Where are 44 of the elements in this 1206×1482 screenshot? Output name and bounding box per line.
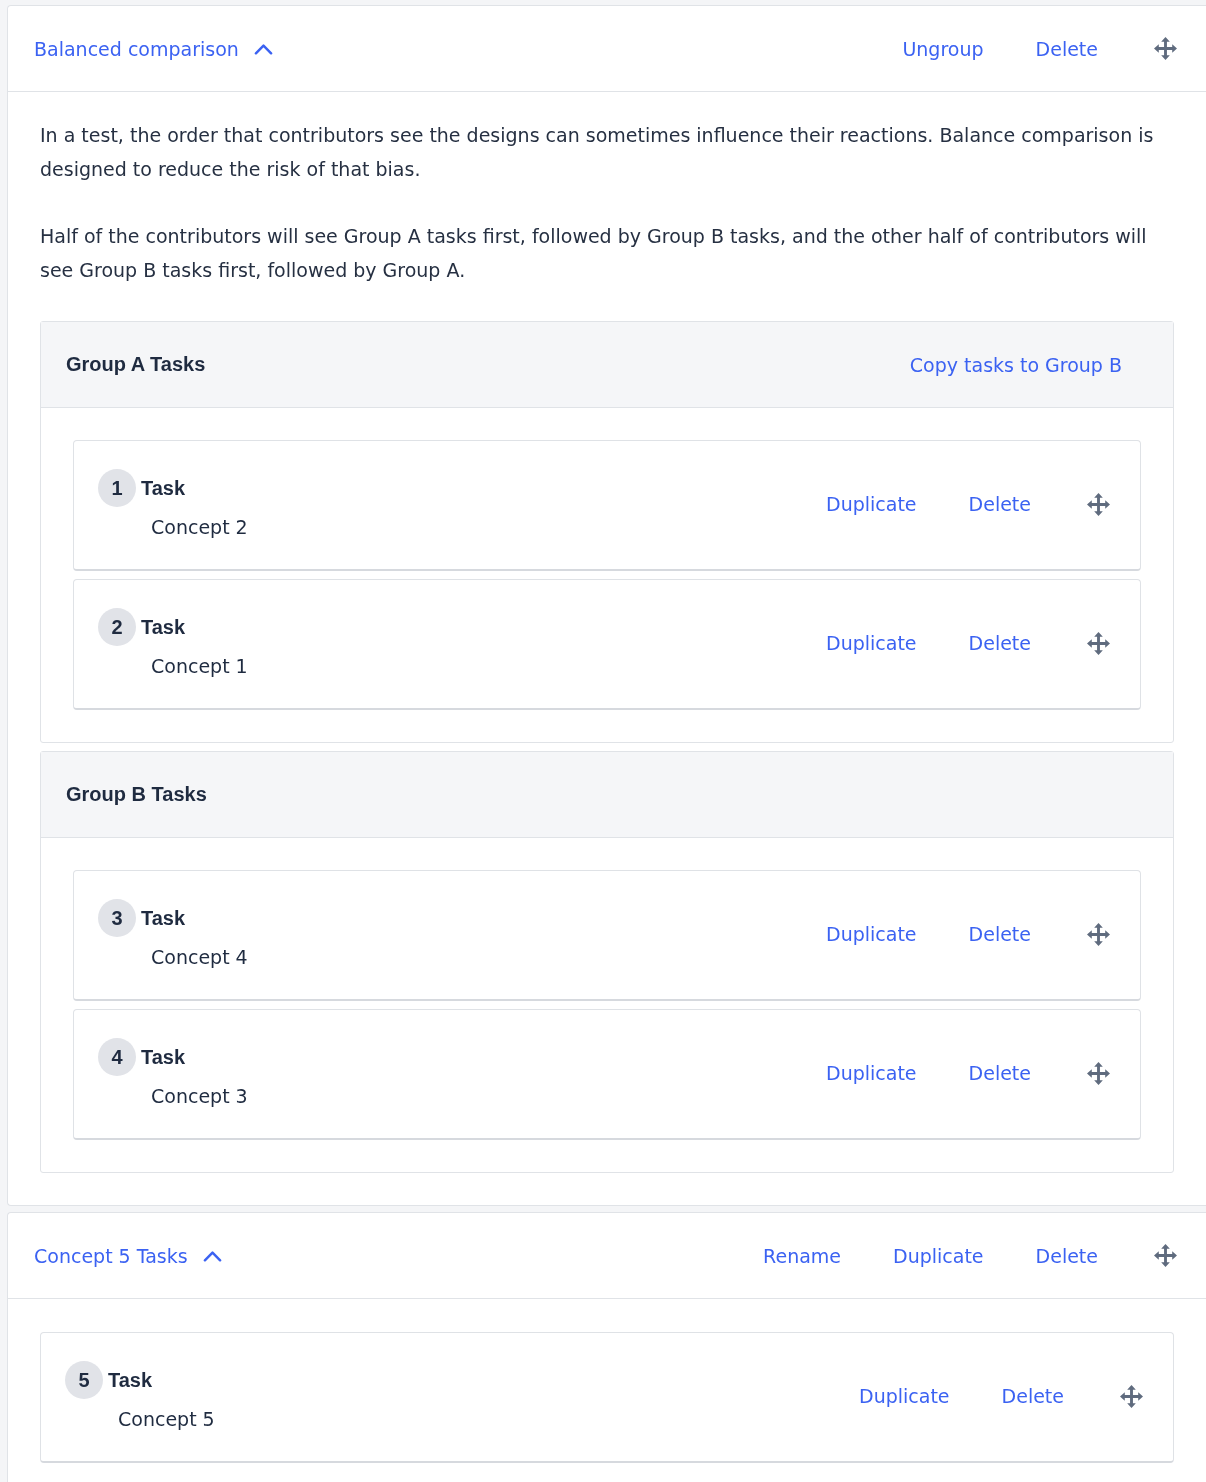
action-link[interactable]: Duplicate <box>826 923 917 945</box>
task-title: Task <box>141 1045 186 1069</box>
task-title: Task <box>141 476 186 500</box>
group-title: Group A Tasks <box>66 353 206 376</box>
action-link[interactable]: Delete <box>1035 37 1098 60</box>
four-way-arrow-icon[interactable] <box>1154 37 1177 60</box>
action-link[interactable]: Delete <box>968 493 1031 515</box>
task-number: 1 <box>98 469 136 507</box>
description-text: Half of the contributors will see Group A tasks first, followed by Group B tasks, and the other half of contributors will see Group B tasks first, followed by Group A. <box>40 224 1148 283</box>
four-way-arrow-icon[interactable] <box>1154 1244 1177 1267</box>
action-link[interactable]: Delete <box>968 1062 1031 1084</box>
action-link[interactable]: Rename <box>763 1244 842 1267</box>
task-concept: Concept 3 <box>151 1084 248 1108</box>
task-title: Task <box>141 615 186 639</box>
action-link[interactable]: Delete <box>1001 1385 1064 1407</box>
group-title: Group B Tasks <box>66 783 207 806</box>
action-link[interactable]: Delete <box>968 632 1031 654</box>
task-number: 3 <box>98 899 136 937</box>
action-link[interactable]: Duplicate <box>859 1385 950 1407</box>
action-link[interactable]: Ungroup <box>902 37 984 60</box>
four-way-arrow-icon[interactable] <box>1087 922 1110 946</box>
action-link[interactable]: Copy tasks to Group B <box>909 353 1122 376</box>
task-concept: Concept 5 <box>118 1407 215 1431</box>
task-concept: Concept 2 <box>151 515 248 539</box>
action-link[interactable]: Duplicate <box>826 1062 917 1084</box>
action-link[interactable]: Duplicate <box>893 1244 984 1267</box>
four-way-arrow-icon[interactable] <box>1087 631 1110 655</box>
action-link[interactable]: Delete <box>1035 1244 1098 1267</box>
action-link[interactable]: Duplicate <box>826 493 917 515</box>
task-concept: Concept 1 <box>151 654 248 678</box>
section-toggle[interactable]: Balanced comparison <box>34 37 273 60</box>
four-way-arrow-icon[interactable] <box>1087 492 1110 516</box>
task-title: Task <box>108 1368 153 1392</box>
four-way-arrow-icon[interactable] <box>1087 1061 1110 1085</box>
action-link[interactable]: Duplicate <box>826 632 917 654</box>
task-number: 4 <box>98 1038 136 1076</box>
action-link[interactable]: Delete <box>968 923 1031 945</box>
four-way-arrow-icon[interactable] <box>1120 1384 1143 1408</box>
task-concept: Concept 4 <box>151 945 248 969</box>
task-title: Task <box>141 906 186 930</box>
task-number: 5 <box>65 1361 103 1399</box>
section-toggle[interactable]: Concept 5 Tasks <box>34 1244 222 1267</box>
task-number: 2 <box>98 608 136 646</box>
description-text: In a test, the order that contributors see the designs can sometimes influence their reactions. Balance comparison is designed to reduce the risk of that bias. <box>40 123 1155 182</box>
